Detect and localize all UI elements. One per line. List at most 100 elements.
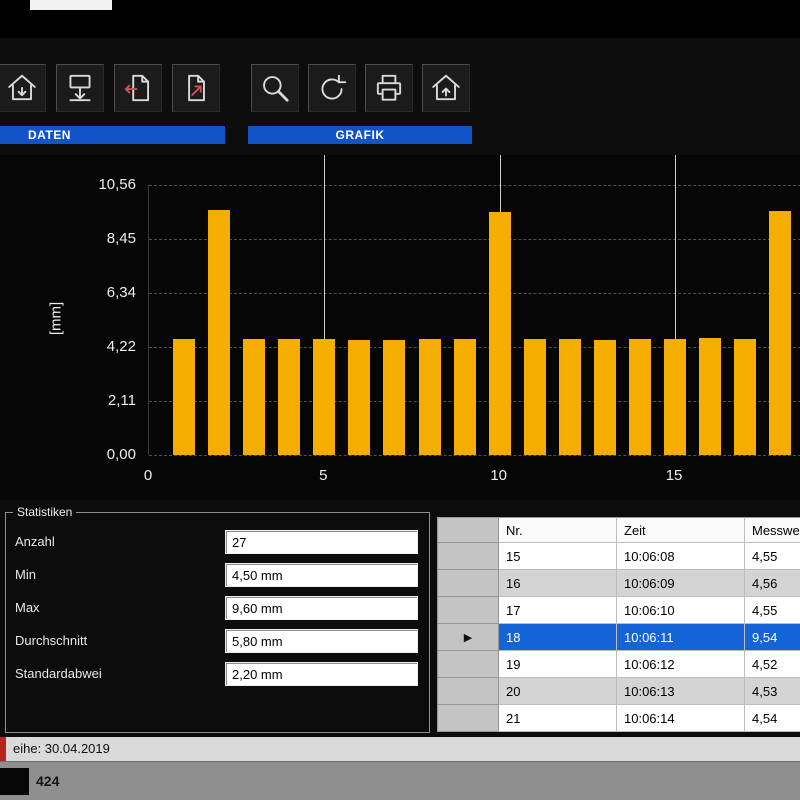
measurement-table: Nr.ZeitMesswert1510:06:084,551610:06:094…	[437, 517, 800, 733]
zoom-button[interactable]	[251, 64, 299, 112]
table-cell-messwert[interactable]: 4,55	[745, 597, 800, 624]
table-cell-nr[interactable]: 18	[499, 624, 617, 651]
x-axis-tick: 0	[133, 467, 163, 484]
statistics-panel: Statistiken Anzahl Min Max Durchschnitt …	[5, 512, 430, 733]
table-cell-zeit[interactable]: 10:06:09	[617, 570, 745, 597]
table-cell-nr[interactable]: 17	[499, 597, 617, 624]
table-selector-header	[437, 517, 499, 543]
import-button[interactable]	[0, 64, 46, 112]
table-row[interactable]: 1710:06:104,55	[437, 597, 800, 624]
row-selector-cell[interactable]	[437, 597, 499, 624]
chart-bar	[383, 340, 405, 455]
table-column-header[interactable]: Nr.	[499, 517, 617, 543]
table-row[interactable]: 2010:06:134,53	[437, 678, 800, 705]
row-selector-cell-active[interactable]: ▶	[437, 624, 499, 651]
stat-label-anzahl: Anzahl	[15, 534, 55, 549]
page-report-icon	[179, 71, 213, 105]
x-axis-tick: 10	[484, 467, 514, 484]
magnifier-icon	[258, 71, 292, 105]
taskbar-icon[interactable]	[0, 768, 29, 795]
table-cell-nr[interactable]: 15	[499, 543, 617, 570]
y-axis-tick: 6,34	[34, 284, 136, 301]
table-cell-zeit[interactable]: 10:06:12	[617, 651, 745, 678]
chart-bar	[348, 340, 370, 455]
table-cell-messwert[interactable]: 4,53	[745, 678, 800, 705]
chart-bar	[489, 212, 511, 455]
table-cell-nr[interactable]: 20	[499, 678, 617, 705]
table-cell-zeit[interactable]: 10:06:10	[617, 597, 745, 624]
report-button[interactable]	[172, 64, 220, 112]
toolbar: DATEN GRAFIK	[0, 38, 800, 155]
export-button[interactable]	[114, 64, 162, 112]
chart-bar	[734, 339, 756, 455]
print-button[interactable]	[365, 64, 413, 112]
table-cell-zeit[interactable]: 10:06:08	[617, 543, 745, 570]
stat-input-min[interactable]	[225, 563, 418, 587]
stat-label-durchschnitt: Durchschnitt	[15, 633, 87, 648]
stat-input-anzahl[interactable]	[225, 530, 418, 554]
toolbar-group-label-daten: DATEN	[0, 126, 225, 144]
table-cell-messwert[interactable]: 4,52	[745, 651, 800, 678]
table-cell-nr[interactable]: 21	[499, 705, 617, 732]
table-column-header[interactable]: Zeit	[617, 517, 745, 543]
export-grafik-button[interactable]	[422, 64, 470, 112]
y-axis-tick: 10,56	[34, 176, 136, 193]
row-selector-cell[interactable]	[437, 651, 499, 678]
chart-bar	[278, 339, 300, 455]
table-cell-messwert[interactable]: 4,54	[745, 705, 800, 732]
house-import-icon	[5, 71, 39, 105]
house-export-icon	[429, 71, 463, 105]
gridline-horizontal	[149, 293, 800, 294]
titlebar-fragment	[30, 0, 112, 10]
status-accent-icon	[0, 737, 6, 761]
table-cell-nr[interactable]: 19	[499, 651, 617, 678]
chart-bar	[594, 340, 616, 455]
save-button[interactable]	[56, 64, 104, 112]
table-cell-zeit[interactable]: 10:06:11	[617, 624, 745, 651]
table-header-row: Nr.ZeitMesswert	[437, 517, 800, 543]
gridline-horizontal	[149, 185, 800, 186]
chart-bar	[454, 339, 476, 455]
row-selector-cell[interactable]	[437, 678, 499, 705]
gridline-horizontal	[149, 455, 800, 456]
chart-bar	[419, 339, 441, 455]
chart-bar	[243, 339, 265, 455]
table-row[interactable]: 1610:06:094,56	[437, 570, 800, 597]
gridline-horizontal	[149, 239, 800, 240]
chart-bar	[769, 211, 791, 455]
recycle-icon	[315, 71, 349, 105]
row-selector-cell[interactable]	[437, 570, 499, 597]
x-axis-tick: 15	[659, 467, 689, 484]
chart-plot	[148, 185, 800, 455]
row-selector-cell[interactable]	[437, 543, 499, 570]
stat-input-max[interactable]	[225, 596, 418, 620]
table-cell-zeit[interactable]: 10:06:14	[617, 705, 745, 732]
stat-label-max: Max	[15, 600, 40, 615]
chart-bar	[699, 338, 721, 455]
chart-bar	[664, 339, 686, 455]
x-axis-tick: 5	[308, 467, 338, 484]
recycle-button[interactable]	[308, 64, 356, 112]
y-axis-tick: 0,00	[34, 446, 136, 463]
table-cell-messwert[interactable]: 4,55	[745, 543, 800, 570]
table-cell-zeit[interactable]: 10:06:13	[617, 678, 745, 705]
table-row[interactable]: ▶1810:06:119,54	[437, 624, 800, 651]
row-selector-cell[interactable]	[437, 705, 499, 732]
stat-input-durchschnitt[interactable]	[225, 629, 418, 653]
bar-chart: [mm] 0,002,114,226,348,4510,56051015	[0, 155, 800, 500]
table-column-header[interactable]: Messwert	[745, 517, 800, 543]
stat-label-standardabweichung: Standardabwei	[15, 666, 102, 681]
table-cell-nr[interactable]: 16	[499, 570, 617, 597]
chart-bar	[173, 339, 195, 455]
status-text: eihe: 30.04.2019	[13, 737, 110, 761]
page-export-icon	[121, 71, 155, 105]
table-row[interactable]: 1510:06:084,55	[437, 543, 800, 570]
table-row[interactable]: 2110:06:144,54	[437, 705, 800, 732]
table-row[interactable]: 1910:06:124,52	[437, 651, 800, 678]
chart-bar	[313, 339, 335, 455]
save-download-icon	[63, 71, 97, 105]
table-cell-messwert[interactable]: 4,56	[745, 570, 800, 597]
stat-input-standardabweichung[interactable]	[225, 662, 418, 686]
table-cell-messwert[interactable]: 9,54	[745, 624, 800, 651]
titlebar	[0, 0, 800, 38]
